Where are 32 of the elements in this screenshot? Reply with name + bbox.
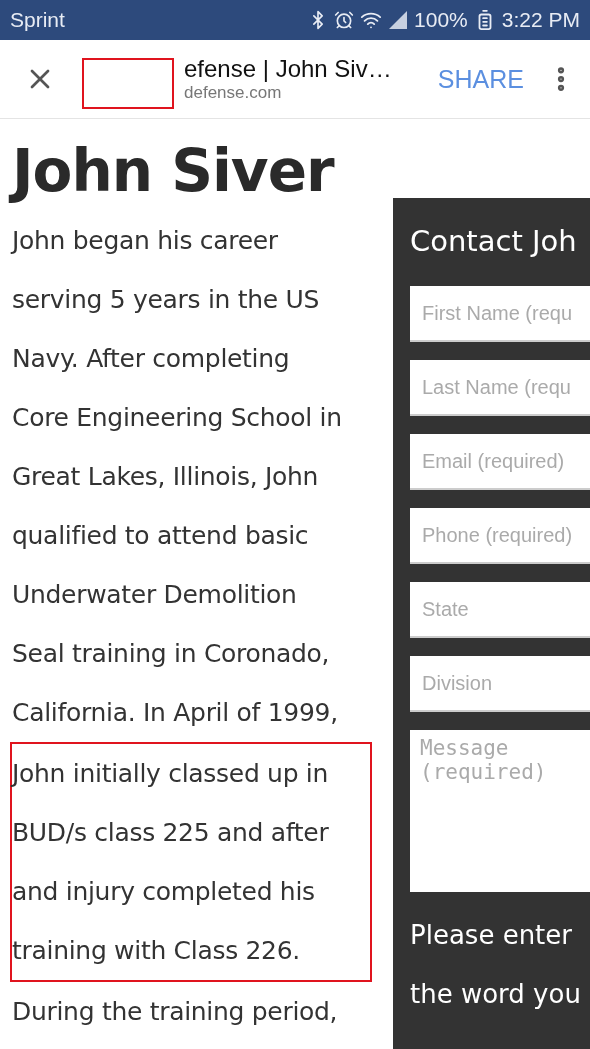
input-field[interactable]: State (410, 582, 590, 638)
share-button[interactable]: SHARE (437, 64, 546, 94)
signal-icon (388, 10, 409, 30)
form-title: Contact Joh (410, 224, 578, 258)
captcha-prompt: the word you (410, 978, 582, 1011)
text-line: John initially classed up in (12, 758, 330, 790)
text-line: training with Class 226. (12, 935, 301, 967)
text-line: Core Engineering School in (12, 402, 343, 434)
text-line: Navy. After completing (12, 343, 291, 375)
text-line: During the training period, (12, 996, 339, 1028)
captcha-prompt: Please enter (410, 919, 573, 952)
alarm-icon (334, 10, 355, 30)
text-line: BUD/s class 225 and after (12, 817, 330, 849)
page-title: efense | John Siv… (184, 55, 393, 83)
message-field[interactable]: Message (required) (410, 730, 590, 892)
text-line: and injury completed his (12, 876, 316, 908)
input-field[interactable]: Phone (required) (410, 508, 590, 564)
text-line: serving 5 years in the US (12, 284, 321, 316)
text-line: Great Lakes, Illinois, John (12, 461, 320, 493)
input-field[interactable]: First Name (requ (410, 286, 590, 342)
text-line: Seal training in Coronado, (12, 638, 331, 670)
text-line: Underwater Demolition (12, 579, 298, 611)
input-field[interactable]: Last Name (requ (410, 360, 590, 416)
text-line: qualified to attend basic (12, 520, 310, 552)
input-field[interactable]: Email (required) (410, 434, 590, 490)
carrier-label: Sprint (10, 8, 65, 32)
clock-time: 3:22 PM (501, 8, 580, 32)
input-field[interactable]: Division (410, 656, 590, 712)
text-line: California. In April of 1999, (12, 697, 339, 729)
page-url: defense.com (184, 83, 283, 103)
text-line: John began his career (12, 225, 279, 257)
battery-percentage: 100% (414, 8, 468, 32)
